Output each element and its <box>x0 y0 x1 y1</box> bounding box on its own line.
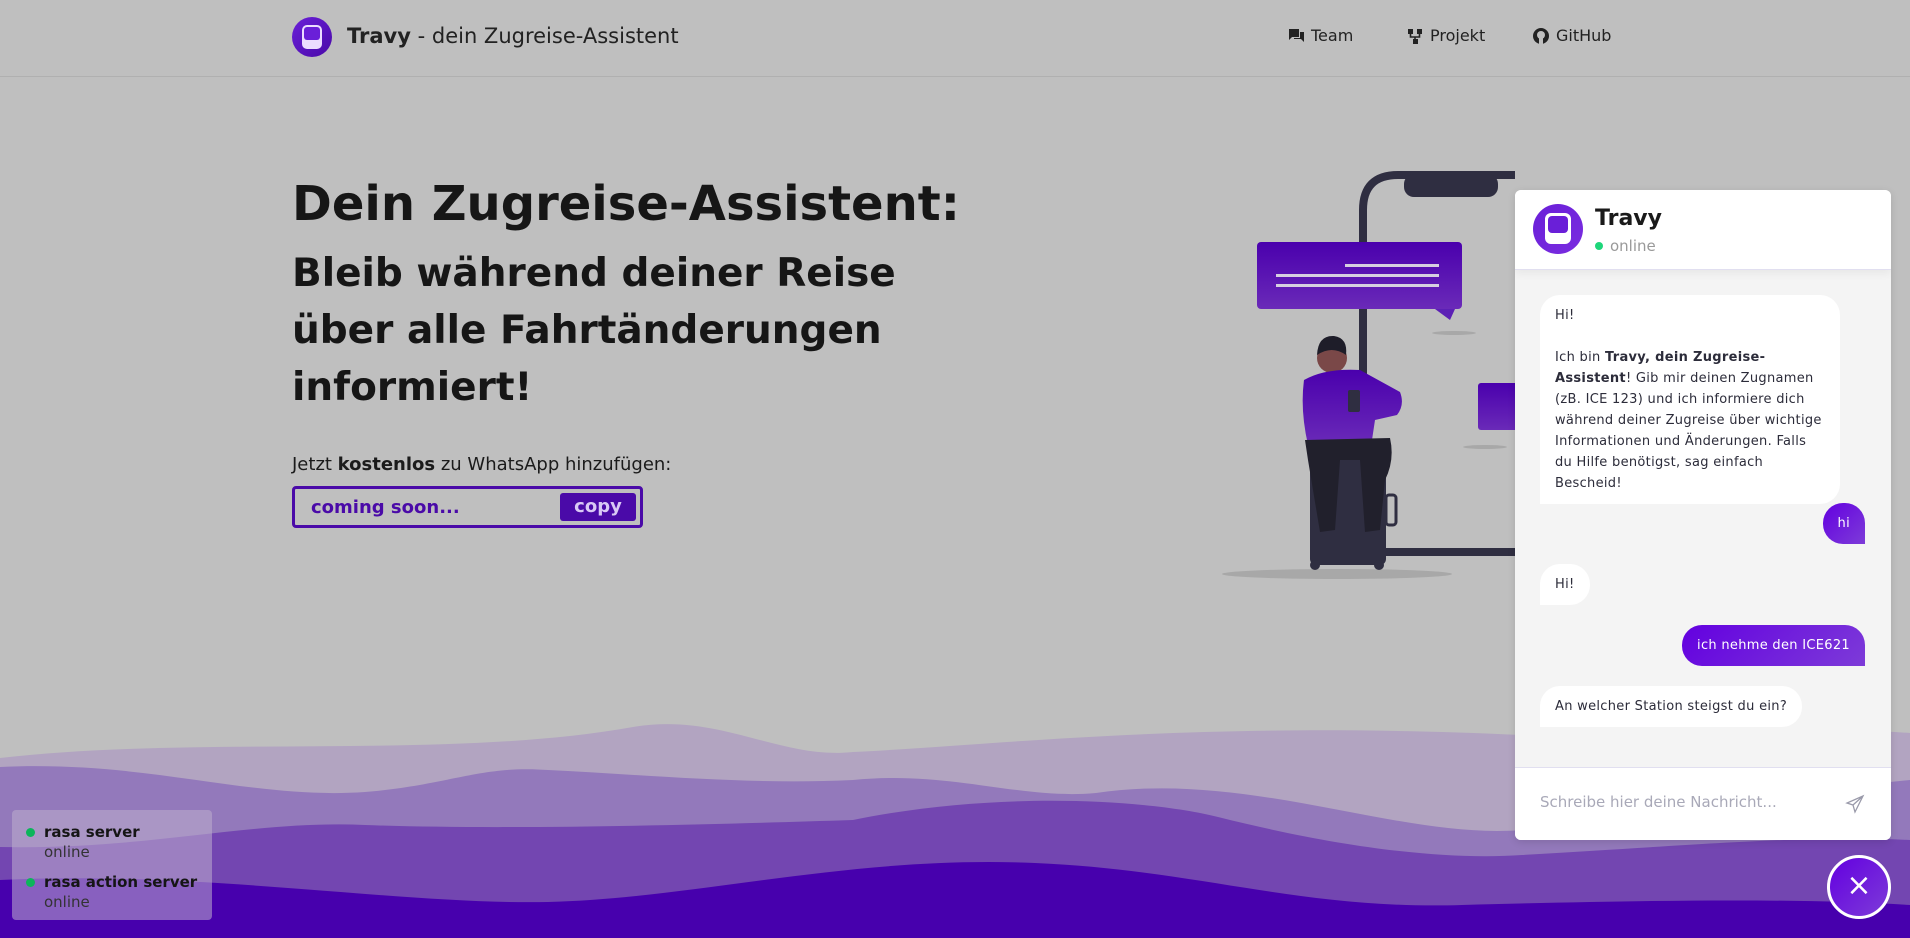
nav-github[interactable]: GitHub <box>1532 26 1611 45</box>
chat-widget: Travy online Hi! Ich bin Travy, dein Zug… <box>1515 190 1891 840</box>
whatsapp-number: coming soon... <box>311 497 460 518</box>
message-text: Ich bin <box>1555 350 1605 365</box>
brand-suffix: - dein Zugreise-Assistent <box>410 24 679 48</box>
cta-prefix: Jetzt <box>292 454 338 475</box>
user-message: hi <box>1822 503 1865 544</box>
copy-button[interactable]: copy <box>560 493 636 521</box>
nav-team[interactable]: Team <box>1287 26 1353 45</box>
brand-title[interactable]: Travy - dein Zugreise-Assistent <box>347 24 679 48</box>
status-dot <box>26 878 35 887</box>
nav-label: Team <box>1311 26 1354 45</box>
brand-name: Travy <box>347 24 411 48</box>
chat-icon <box>1288 28 1304 42</box>
chat-online-status: online <box>1595 237 1656 255</box>
bot-message: Hi! <box>1540 564 1590 605</box>
hero-title: Dein Zugreise-Assistent: <box>292 176 960 232</box>
chat-avatar <box>1533 204 1583 254</box>
bot-message: Hi! Ich bin Travy, dein Zugreise-Assiste… <box>1540 295 1840 504</box>
close-chat-button[interactable]: × <box>1827 855 1891 919</box>
nav-label: GitHub <box>1556 26 1612 45</box>
git-branch-icon <box>1408 28 1422 44</box>
status-state: online <box>44 893 90 911</box>
chat-input[interactable]: Schreibe hier deine Nachricht... <box>1515 767 1891 840</box>
travy-logo[interactable] <box>292 17 332 57</box>
traveler-illustration <box>1222 171 1518 579</box>
message-line: Hi! <box>1555 308 1575 323</box>
cta-suffix: zu WhatsApp hinzufügen: <box>435 454 672 475</box>
status-state: online <box>44 843 90 861</box>
send-icon[interactable] <box>1845 794 1865 814</box>
bot-message: An welcher Station steigst du ein? <box>1540 686 1803 727</box>
nav-projekt[interactable]: Projekt <box>1406 26 1485 45</box>
whatsapp-cta-text: Jetzt kostenlos zu WhatsApp hinzufügen: <box>292 454 671 475</box>
github-icon <box>1533 27 1549 44</box>
top-navbar: Travy - dein Zugreise-Assistent Team Pro… <box>0 0 1910 77</box>
chat-input-placeholder: Schreibe hier deine Nachricht... <box>1540 793 1777 811</box>
server-status-panel: rasa server online rasa action server onli… <box>12 810 212 920</box>
chat-title: Travy <box>1595 206 1662 231</box>
status-dot <box>26 828 35 837</box>
chat-header: Travy online <box>1515 190 1891 270</box>
status-name: rasa server <box>44 823 140 841</box>
whatsapp-number-box: coming soon... copy <box>292 486 643 528</box>
message-text: ! Gib mir deinen Zugnamen (zB. ICE 123) … <box>1555 371 1822 491</box>
user-message: ich nehme den ICE621 <box>1682 625 1865 666</box>
cta-bold: kostenlos <box>337 454 436 475</box>
status-name: rasa action server <box>44 873 198 891</box>
nav-label: Projekt <box>1430 26 1486 45</box>
hero-subtitle: Bleib während deiner Reise über alle Fah… <box>292 251 896 410</box>
